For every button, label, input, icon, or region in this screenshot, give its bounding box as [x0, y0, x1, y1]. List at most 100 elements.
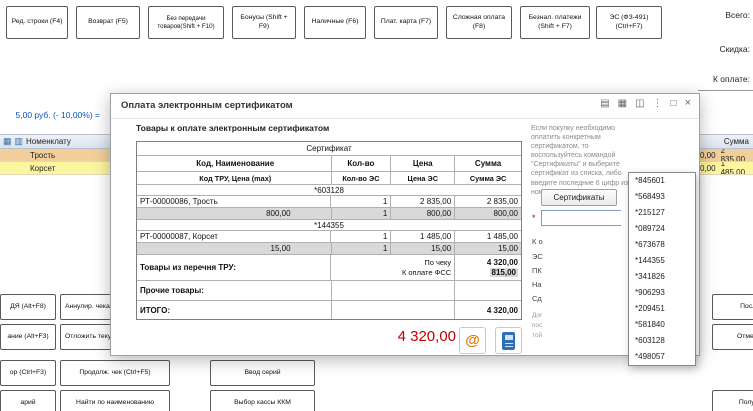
receipt-row-trost-sums[interactable]: 0,00 2 835,00: [700, 149, 753, 162]
toolbar-button-return[interactable]: Возврат (F5): [76, 6, 140, 39]
button-continue-check[interactable]: Продолж. чек (Ctrl+F5): [60, 360, 170, 386]
window-panels-icon[interactable]: ▦: [618, 98, 627, 109]
rmk-screen: Ред. строки (F4) Возврат (F5) Без переда…: [0, 0, 753, 411]
button-last-fragment[interactable]: Послед: [712, 294, 753, 320]
maximize-icon[interactable]: □: [671, 98, 677, 109]
close-icon[interactable]: ×: [685, 98, 691, 109]
col-header-price-es: Цена ЭС: [391, 172, 456, 184]
dropdown-item[interactable]: *209451: [629, 301, 695, 317]
cert-table-header-row-2: Код ТРУ, Цена (max) Кол-во ЭС Цена ЭС Су…: [137, 172, 521, 185]
item-qty: 1: [331, 231, 392, 242]
required-marker: *: [532, 213, 536, 223]
receipt-header-left: ▦ ▥ Номенклату: [0, 134, 110, 149]
button-series-input[interactable]: Ввод серий: [210, 360, 315, 386]
toolbar-button-cash[interactable]: Наличные (F6): [304, 6, 366, 39]
cert-item-row[interactable]: РТ-00000086, Трость 1 2 835,00 2 835,00: [137, 196, 521, 208]
cert-table-header-row-1: Код, Наименование Кол-во Цена Сумма: [137, 156, 521, 172]
cert-tru-row[interactable]: 15,00 1 15,00 15,00: [137, 243, 521, 255]
by-check-value: 4 320,00: [486, 258, 518, 267]
total-row-value: 4 320,00: [486, 305, 518, 315]
tru-unit-price: 800,00: [391, 208, 456, 219]
dropdown-item[interactable]: *845601: [629, 173, 695, 189]
dropdown-item[interactable]: *568493: [629, 189, 695, 205]
field-fragment: Дог: [532, 312, 543, 319]
fss-value: 815,00: [489, 268, 518, 277]
certificate-table: Сертификат Код, Наименование Кол-во Цена…: [136, 141, 522, 320]
button-cash-drawer[interactable]: ДЯ (Alt+F8): [0, 294, 56, 320]
dialog-titlebar-icons: ▤ ▦ ◫ ⋮ □ ×: [600, 98, 691, 109]
dropdown-item[interactable]: *581840: [629, 317, 695, 333]
payment-terminal-button[interactable]: [495, 327, 522, 354]
col-header-sum: Сумма: [474, 159, 502, 168]
total-row: ИТОГО: 4 320,00: [137, 301, 521, 319]
toolbar-button-complex-payment[interactable]: Сложная оплата (F8): [446, 6, 512, 39]
cert-group-row[interactable]: *144355: [137, 220, 521, 231]
column-settings-icon[interactable]: ▦: [3, 137, 12, 146]
other-goods-sum: [455, 281, 521, 300]
dropdown-item[interactable]: *089724: [629, 221, 695, 237]
certificates-button[interactable]: Сертификаты: [541, 189, 617, 206]
button-ctrlf3-fragment[interactable]: ор (Ctrl+F3): [0, 360, 56, 386]
dropdown-item[interactable]: *603128: [629, 333, 695, 349]
cert-tru-row[interactable]: 800,00 1 800,00 800,00: [137, 208, 521, 220]
toolbar-button-cashless[interactable]: Безнал. платежи (Shift + F7): [520, 6, 590, 39]
button-receive-fragment[interactable]: Получит: [712, 390, 753, 411]
item-name: РТ-00000087, Корсет: [137, 231, 332, 242]
dropdown-item[interactable]: *341826: [629, 269, 695, 285]
certificate-hint-text: Если покупку необходимо оплатить конкрет…: [531, 125, 629, 196]
receipt-row-korset[interactable]: Корсет: [0, 162, 110, 175]
toolbar-button-payment-card[interactable]: Плат. карта (F7): [374, 6, 438, 39]
cert-item-row[interactable]: РТ-00000087, Корсет 1 1 485,00 1 485,00: [137, 231, 521, 243]
certificate-combo: ▾: [541, 210, 663, 226]
tru-qty: 1: [332, 243, 392, 254]
receipt-name-header: Номенклату: [26, 137, 71, 146]
item-price: 2 835,00: [391, 196, 456, 207]
field-fragment: пос: [532, 322, 543, 329]
cert-summary-row: Товары из перечня ТРУ: По чеку К оплате …: [137, 255, 521, 281]
receipt-sum-header: Сумма: [723, 137, 749, 146]
dialog-titlebar[interactable]: Оплата электронным сертификатом ▤ ▦ ◫ ⋮ …: [111, 94, 699, 119]
cert-table-title-row: Сертификат: [137, 142, 521, 156]
receipt-item-discount: 0,00: [700, 163, 716, 173]
button-cancel-fragment[interactable]: Отмен бе: [712, 324, 753, 350]
item-qty: 1: [331, 196, 392, 207]
cert-number: *144355: [314, 220, 344, 230]
dropdown-item[interactable]: *906293: [629, 285, 695, 301]
total-row-empty: [332, 301, 456, 319]
amount-due: 4 320,00: [397, 328, 456, 345]
column-list-icon[interactable]: ▥: [15, 137, 24, 146]
col-header-qty-es: Кол-во ЭС: [332, 172, 392, 184]
button-comment-fragment[interactable]: арий: [0, 390, 56, 411]
button-altf3-fragment[interactable]: ание (Alt+F3): [0, 324, 56, 350]
other-goods-row: Прочие товары:: [137, 281, 521, 301]
toolbar-button-bonuses[interactable]: Бонусы (Shift + F9): [232, 6, 296, 39]
window-settings-icon[interactable]: ▤: [600, 98, 609, 109]
dropdown-item[interactable]: *144355: [629, 253, 695, 269]
more-icon[interactable]: ⋮: [653, 98, 663, 109]
dropdown-item[interactable]: *215127: [629, 205, 695, 221]
button-find-by-name[interactable]: Найти по наименованию: [60, 390, 170, 411]
receipt-row-korset-sums[interactable]: 0,00 1 485,00: [700, 162, 753, 175]
cert-group-row[interactable]: *603128: [137, 185, 521, 196]
toolbar-button-edit-rows[interactable]: Ред. строки (F4): [6, 6, 68, 39]
field-fragment: К о: [532, 237, 543, 246]
receipt-item-sum: 2 835,00: [720, 149, 746, 162]
field-fragment: Сд: [532, 294, 542, 303]
col-header-qty: Кол-во: [332, 156, 392, 171]
help-icon[interactable]: ◫: [635, 98, 644, 109]
tru-sum: 800,00: [493, 209, 518, 218]
receipt-row-trost[interactable]: Трость: [0, 149, 110, 162]
email-receipt-button[interactable]: @: [459, 327, 486, 354]
dialog-title: Оплата электронным сертификатом: [121, 100, 293, 111]
dialog-subtitle: Товары к оплате электронным сертификатом: [136, 123, 330, 133]
button-select-kkm[interactable]: Выбор кассы ККМ: [210, 390, 315, 411]
toolbar-button-no-goods-transfer[interactable]: Без передачи товаров(Shift + F10): [148, 6, 224, 39]
other-goods-label: Прочие товары:: [137, 281, 332, 300]
dropdown-item[interactable]: *673678: [629, 237, 695, 253]
dropdown-item[interactable]: *498057: [629, 349, 695, 365]
cert-table-title: Сертификат: [306, 144, 352, 153]
tru-price: 15,00: [137, 243, 332, 254]
item-sum: 2 835,00: [486, 197, 518, 206]
item-sum: 1 485,00: [486, 232, 518, 241]
receipt-item-discount: 0,00: [700, 150, 716, 160]
